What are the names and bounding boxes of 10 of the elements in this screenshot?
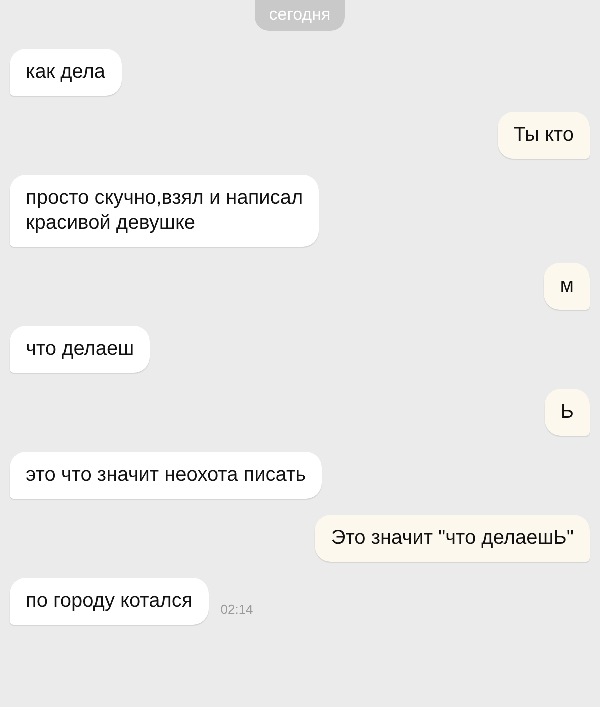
incoming-message: как дела [10, 49, 122, 96]
outgoing-message: Это значит "что делаешЬ" [315, 515, 590, 562]
outgoing-message: м [544, 263, 590, 310]
message-time: 02:14 [220, 602, 254, 617]
incoming-message: по городу котался [10, 578, 209, 625]
outgoing-message: Ь [544, 389, 590, 436]
incoming-message: что делаеш [10, 326, 150, 373]
incoming-message: это что значит неохота писать [10, 452, 322, 499]
incoming-message: просто скучно,взял и написал красивой девушке [10, 175, 320, 247]
outgoing-message: Ты кто [498, 112, 590, 159]
